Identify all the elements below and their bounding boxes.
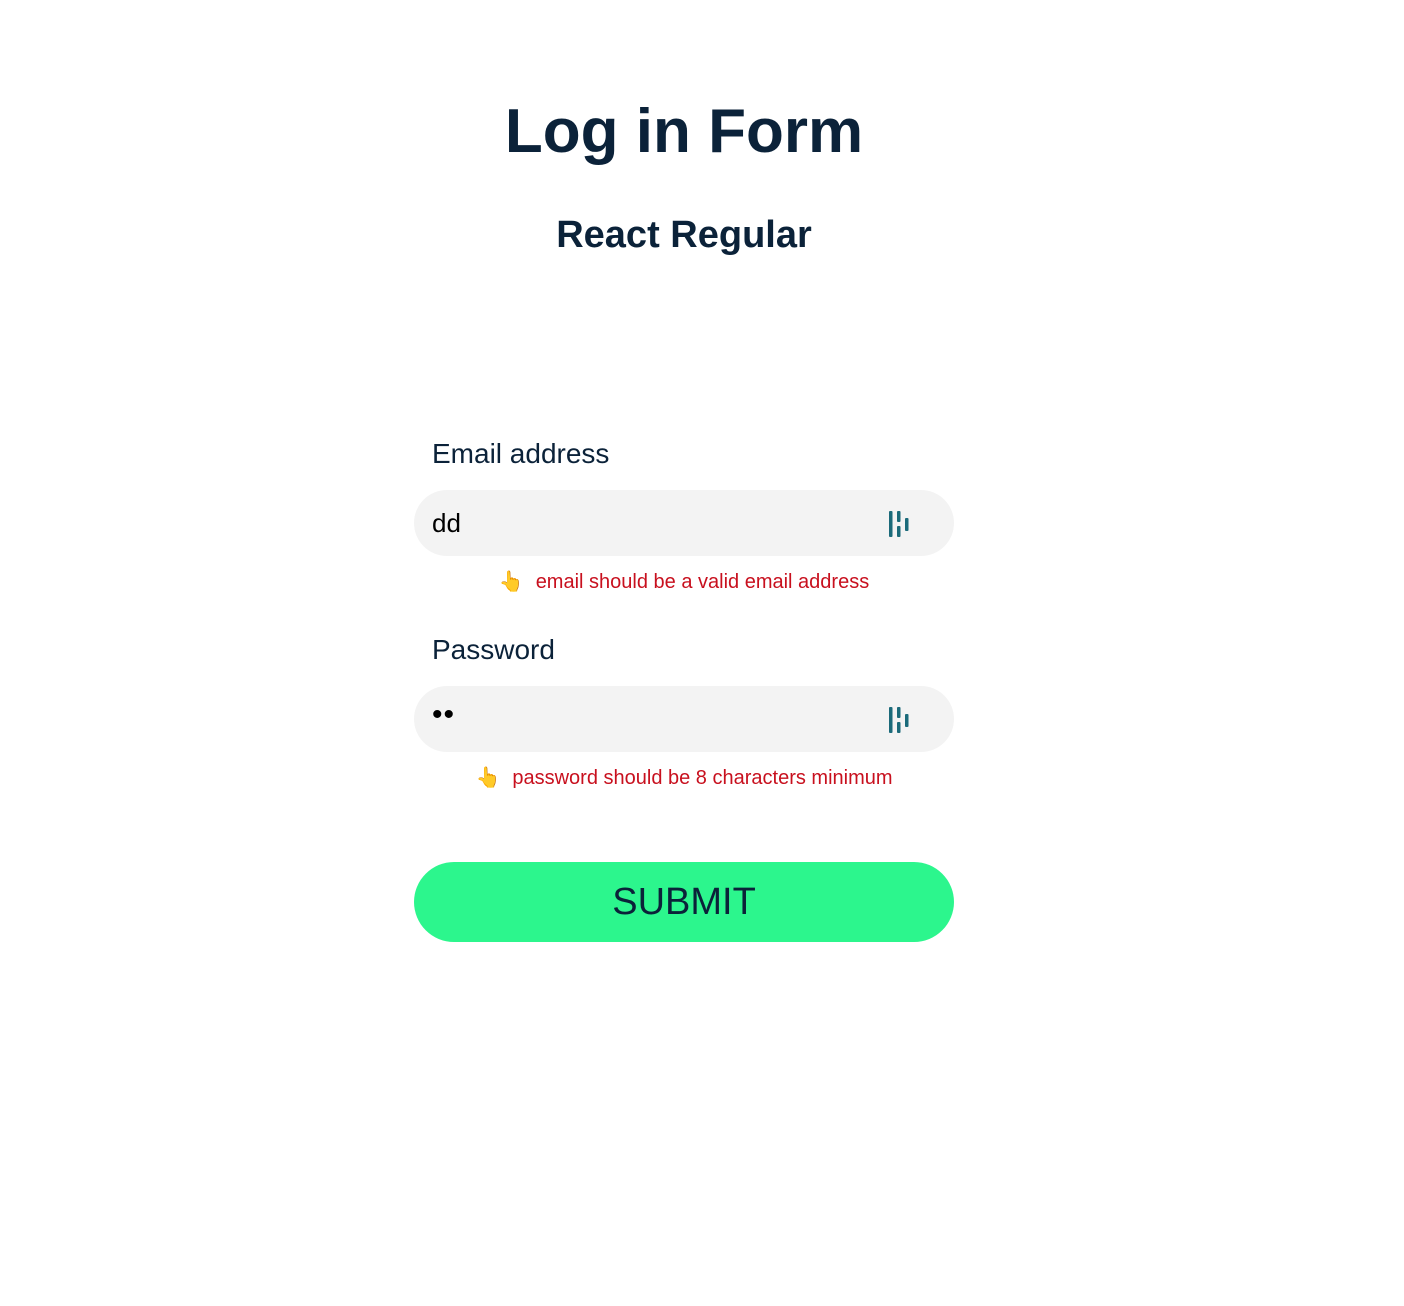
email-group: Email address dd 👆 email should be a vali… bbox=[414, 436, 954, 596]
password-manager-icon[interactable] bbox=[888, 509, 910, 539]
password-input[interactable]: •• bbox=[432, 682, 455, 748]
password-error: 👆 password should be 8 characters minimum bbox=[414, 764, 954, 792]
pointing-hand-icon: 👆 bbox=[498, 571, 524, 593]
email-field[interactable]: dd bbox=[414, 490, 954, 556]
password-manager-icon[interactable] bbox=[888, 705, 910, 735]
login-form: Email address dd 👆 email should be a vali… bbox=[414, 436, 954, 792]
password-field[interactable]: •• bbox=[414, 686, 954, 752]
login-page: Log in Form React Regular Email address … bbox=[0, 0, 1404, 1306]
password-label: Password bbox=[432, 634, 555, 665]
email-input[interactable]: dd bbox=[432, 490, 461, 556]
email-error: 👆 email should be a valid email address bbox=[414, 568, 954, 596]
page-subtitle: React Regular bbox=[556, 214, 812, 256]
password-error-text: password should be 8 characters minimum bbox=[512, 767, 893, 789]
email-error-text: email should be a valid email address bbox=[535, 571, 870, 593]
page-title: Log in Form bbox=[504, 97, 864, 166]
submit-button[interactable]: SUBMIT bbox=[414, 862, 954, 942]
email-label: Email address bbox=[432, 438, 610, 469]
password-group: Password •• 👆 password should be 8 charac… bbox=[414, 632, 954, 792]
pointing-hand-icon: 👆 bbox=[475, 767, 501, 789]
